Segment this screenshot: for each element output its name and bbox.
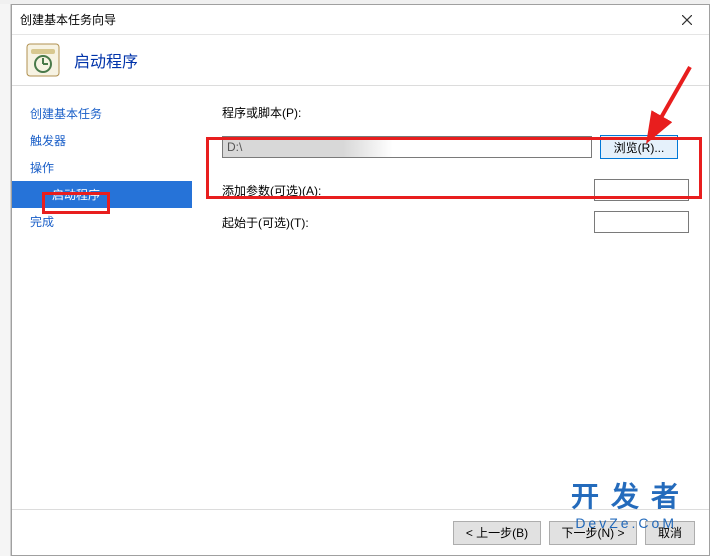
cancel-button[interactable]: 取消: [645, 521, 695, 545]
program-script-label: 程序或脚本(P):: [222, 104, 689, 121]
sidebar-item-start-program[interactable]: 启动程序: [12, 181, 192, 208]
wizard-body: 创建基本任务 触发器 操作 启动程序 完成 程序或脚本(P): 浏览(R)...…: [12, 86, 709, 509]
wizard-header: 启动程序: [12, 35, 709, 85]
sidebar-item-finish[interactable]: 完成: [12, 208, 192, 235]
program-input-row: 浏览(R)...: [222, 135, 689, 159]
wizard-step-title: 启动程序: [74, 48, 138, 72]
add-arguments-input[interactable]: [594, 179, 689, 201]
wizard-button-bar: < 上一步(B) 下一步(N) > 取消: [12, 509, 709, 555]
start-in-label: 起始于(可选)(T):: [222, 214, 332, 231]
wizard-icon: [26, 43, 60, 77]
args-row: 添加参数(可选)(A):: [222, 179, 689, 201]
sidebar-item-action[interactable]: 操作: [12, 154, 192, 181]
start-in-input[interactable]: [594, 211, 689, 233]
program-script-input[interactable]: [222, 136, 592, 158]
left-gutter: [0, 4, 11, 556]
browse-button[interactable]: 浏览(R)...: [600, 135, 678, 159]
back-button[interactable]: < 上一步(B): [453, 521, 541, 545]
wizard-sidebar: 创建基本任务 触发器 操作 启动程序 完成: [12, 86, 192, 509]
close-button[interactable]: [673, 9, 701, 31]
sidebar-item-create-task[interactable]: 创建基本任务: [12, 100, 192, 127]
wizard-window: 创建基本任务向导 启动程序 创建基本任务 触发器 操作 启动程序: [11, 4, 710, 556]
wizard-main: 程序或脚本(P): 浏览(R)... 添加参数(可选)(A): 起始于(可选)(…: [192, 86, 709, 509]
titlebar: 创建基本任务向导: [12, 5, 709, 35]
program-label-row: 程序或脚本(P):: [222, 104, 689, 121]
window-title: 创建基本任务向导: [20, 11, 673, 28]
startin-row: 起始于(可选)(T):: [222, 211, 689, 233]
next-button[interactable]: 下一步(N) >: [549, 521, 637, 545]
close-icon: [682, 15, 692, 25]
sidebar-item-trigger[interactable]: 触发器: [12, 127, 192, 154]
add-arguments-label: 添加参数(可选)(A):: [222, 182, 332, 199]
